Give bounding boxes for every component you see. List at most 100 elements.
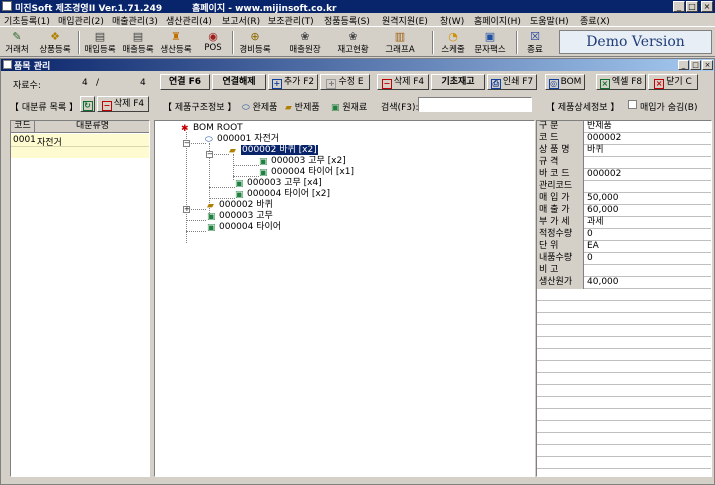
- demo-version-label: Demo Version: [559, 30, 712, 54]
- child-close-button[interactable]: ×: [702, 60, 713, 70]
- detail-row: 규 격: [537, 157, 711, 169]
- detail-row-empty: [537, 373, 711, 385]
- child-maximize-button[interactable]: □: [690, 60, 701, 70]
- raw-material-icon: ▣: [207, 223, 216, 233]
- toolbar-exit-button[interactable]: ☒ 종료: [521, 29, 549, 56]
- menu-sales[interactable]: 매출관리(3): [112, 14, 158, 27]
- connect-button[interactable]: 연결 F6: [160, 74, 210, 90]
- refresh-icon: ↻: [82, 101, 93, 111]
- schedule-icon: ◔: [448, 30, 458, 43]
- excel-button[interactable]: × 엑셀 F8: [596, 74, 646, 90]
- base-stock-button[interactable]: 기초재고: [431, 74, 485, 90]
- tree-node[interactable]: ▣ 000003 고무 [x4]: [235, 178, 322, 189]
- hide-price-label: 매입가 숨김(B): [640, 103, 698, 113]
- detail-row: 구 분 반제품: [537, 121, 711, 133]
- menu-license[interactable]: 정품등록(S): [324, 14, 370, 27]
- minimize-button[interactable]: _: [673, 1, 685, 12]
- search-input[interactable]: [418, 97, 532, 112]
- toolbar-production-button[interactable]: ♜ 생산등록: [158, 29, 194, 56]
- add-button[interactable]: + 추가 F2: [268, 74, 318, 90]
- detail-row: 내품수량 0: [537, 253, 711, 265]
- detail-row: 상 품 명 바퀴: [537, 145, 711, 157]
- detail-row-empty: [537, 349, 711, 361]
- hide-price-checkbox[interactable]: [628, 100, 637, 109]
- pos-icon: ◉: [208, 30, 218, 43]
- print-button[interactable]: ⎙ 인쇄 F7: [487, 74, 537, 90]
- tree-node[interactable]: ▣ 000004 타이어: [207, 222, 281, 233]
- detail-row: 바 코 드 000002: [537, 169, 711, 181]
- app-icon: [2, 1, 12, 11]
- toolbar-pos-button[interactable]: ◉ POS: [200, 29, 226, 56]
- detail-row-empty: [537, 385, 711, 397]
- menu-aux[interactable]: 보조관리(T): [268, 14, 314, 27]
- close-window-button[interactable]: × 닫기 C: [648, 74, 698, 90]
- tree-node[interactable]: ▰ 000002 바퀴: [207, 200, 273, 211]
- disconnect-button[interactable]: 연결해제: [212, 74, 266, 90]
- record-total: 4: [140, 78, 146, 88]
- tree-node[interactable]: ▣ 000004 타이어 [x2]: [235, 189, 330, 200]
- raw-legend: ▣ 원재료: [331, 103, 368, 113]
- detail-row: 코 드 000002: [537, 133, 711, 145]
- purchase-icon: ▤: [94, 30, 106, 43]
- table-row[interactable]: 0001 자전거: [11, 134, 149, 148]
- menu-exit[interactable]: 종료(X): [580, 14, 610, 27]
- bom-tree-panel: − − + ✱ BOM ROOT ⬭ 000001 자전거 ▰ 000002 바퀴 […: [154, 120, 535, 477]
- toolbar-product-button[interactable]: ❖ 상품등록: [36, 29, 74, 56]
- graph-icon: ▥: [394, 30, 406, 43]
- exit-icon: ☒: [530, 30, 540, 43]
- bom-button[interactable]: ◎ BOM: [545, 74, 585, 90]
- toolbar-sms-fax-button[interactable]: ▣ 문자팩스: [471, 29, 509, 56]
- expand-toggle[interactable]: +: [183, 206, 190, 213]
- menu-report[interactable]: 보고서(R): [222, 14, 260, 27]
- category-delete-button[interactable]: − 삭제 F4: [97, 96, 149, 112]
- sales-icon: ▤: [132, 30, 144, 43]
- production-icon: ♜: [171, 30, 181, 43]
- menu-production[interactable]: 생산관리(4): [166, 14, 212, 27]
- close-icon: ×: [654, 79, 665, 89]
- tree-node-root[interactable]: ✱ BOM ROOT: [181, 123, 243, 134]
- plus-gray-icon: +: [326, 79, 337, 89]
- menu-basic[interactable]: 기초등록(1): [4, 14, 50, 27]
- toolbar-ledger-button[interactable]: ❀ 매출원장: [285, 29, 325, 56]
- tree-node[interactable]: ▣ 000003 고무: [207, 211, 273, 222]
- detail-row: 관리코드: [537, 181, 711, 193]
- edit-button[interactable]: + 수정 E: [320, 74, 370, 90]
- tree-node[interactable]: ▣ 000004 타이어 [x1]: [259, 167, 354, 178]
- menu-window[interactable]: 창(W): [440, 14, 464, 27]
- toolbar-schedule-button[interactable]: ◔ 스케줄: [437, 29, 469, 56]
- expand-toggle[interactable]: −: [206, 151, 213, 158]
- toolbar-customer-button[interactable]: ✎ 거래처: [2, 29, 32, 56]
- close-button[interactable]: ×: [701, 1, 713, 12]
- menu-homepage[interactable]: 홈페이지(H): [474, 14, 521, 27]
- menu-help[interactable]: 도움말(H): [530, 14, 569, 27]
- toolbar-purchase-button[interactable]: ▤ 매입등록: [82, 29, 118, 56]
- tree-node[interactable]: ▣ 000003 고무 [x2]: [259, 156, 346, 167]
- menu-remote[interactable]: 원격지원(E): [382, 14, 428, 27]
- delete-button[interactable]: − 삭제 F4: [377, 74, 429, 90]
- ledger-icon: ❀: [300, 30, 310, 43]
- raw-material-icon: ▣: [259, 168, 268, 178]
- toolbar-sales-button[interactable]: ▤ 매출등록: [120, 29, 156, 56]
- table-row-empty[interactable]: [11, 146, 149, 158]
- detail-row: 단 위 EA: [537, 241, 711, 253]
- tree-node[interactable]: ⬭ 000001 자전거: [205, 134, 279, 145]
- tree-node-selected[interactable]: ▰ 000002 바퀴 [x2]: [229, 145, 318, 156]
- child-title-bar: 품목 관리 _ □ ×: [1, 59, 714, 72]
- refresh-button[interactable]: ↻: [80, 96, 95, 112]
- expand-toggle[interactable]: −: [183, 140, 190, 147]
- toolbar-expense-button[interactable]: ⊕ 경비등록: [237, 29, 273, 56]
- detail-row-empty: [537, 457, 711, 469]
- maximize-button[interactable]: □: [686, 1, 698, 12]
- address-book-icon: ✎: [12, 30, 22, 43]
- bom-icon: ◎: [548, 79, 559, 89]
- toolbar-inventory-button[interactable]: ❀ 재고현황: [333, 29, 373, 56]
- toolbar-graph-button[interactable]: ▥ 그래프A: [382, 29, 418, 56]
- raw-material-icon: ▣: [207, 212, 216, 222]
- finished-product-icon: ⬭: [205, 135, 213, 145]
- child-minimize-button[interactable]: _: [678, 60, 689, 70]
- plus-icon: +: [271, 79, 282, 89]
- semi-product-icon: ▰: [285, 103, 292, 113]
- semi-legend: ▰ 반제품: [285, 103, 320, 113]
- menu-purchase[interactable]: 매입관리(2): [58, 14, 104, 27]
- detail-row-empty: [537, 313, 711, 325]
